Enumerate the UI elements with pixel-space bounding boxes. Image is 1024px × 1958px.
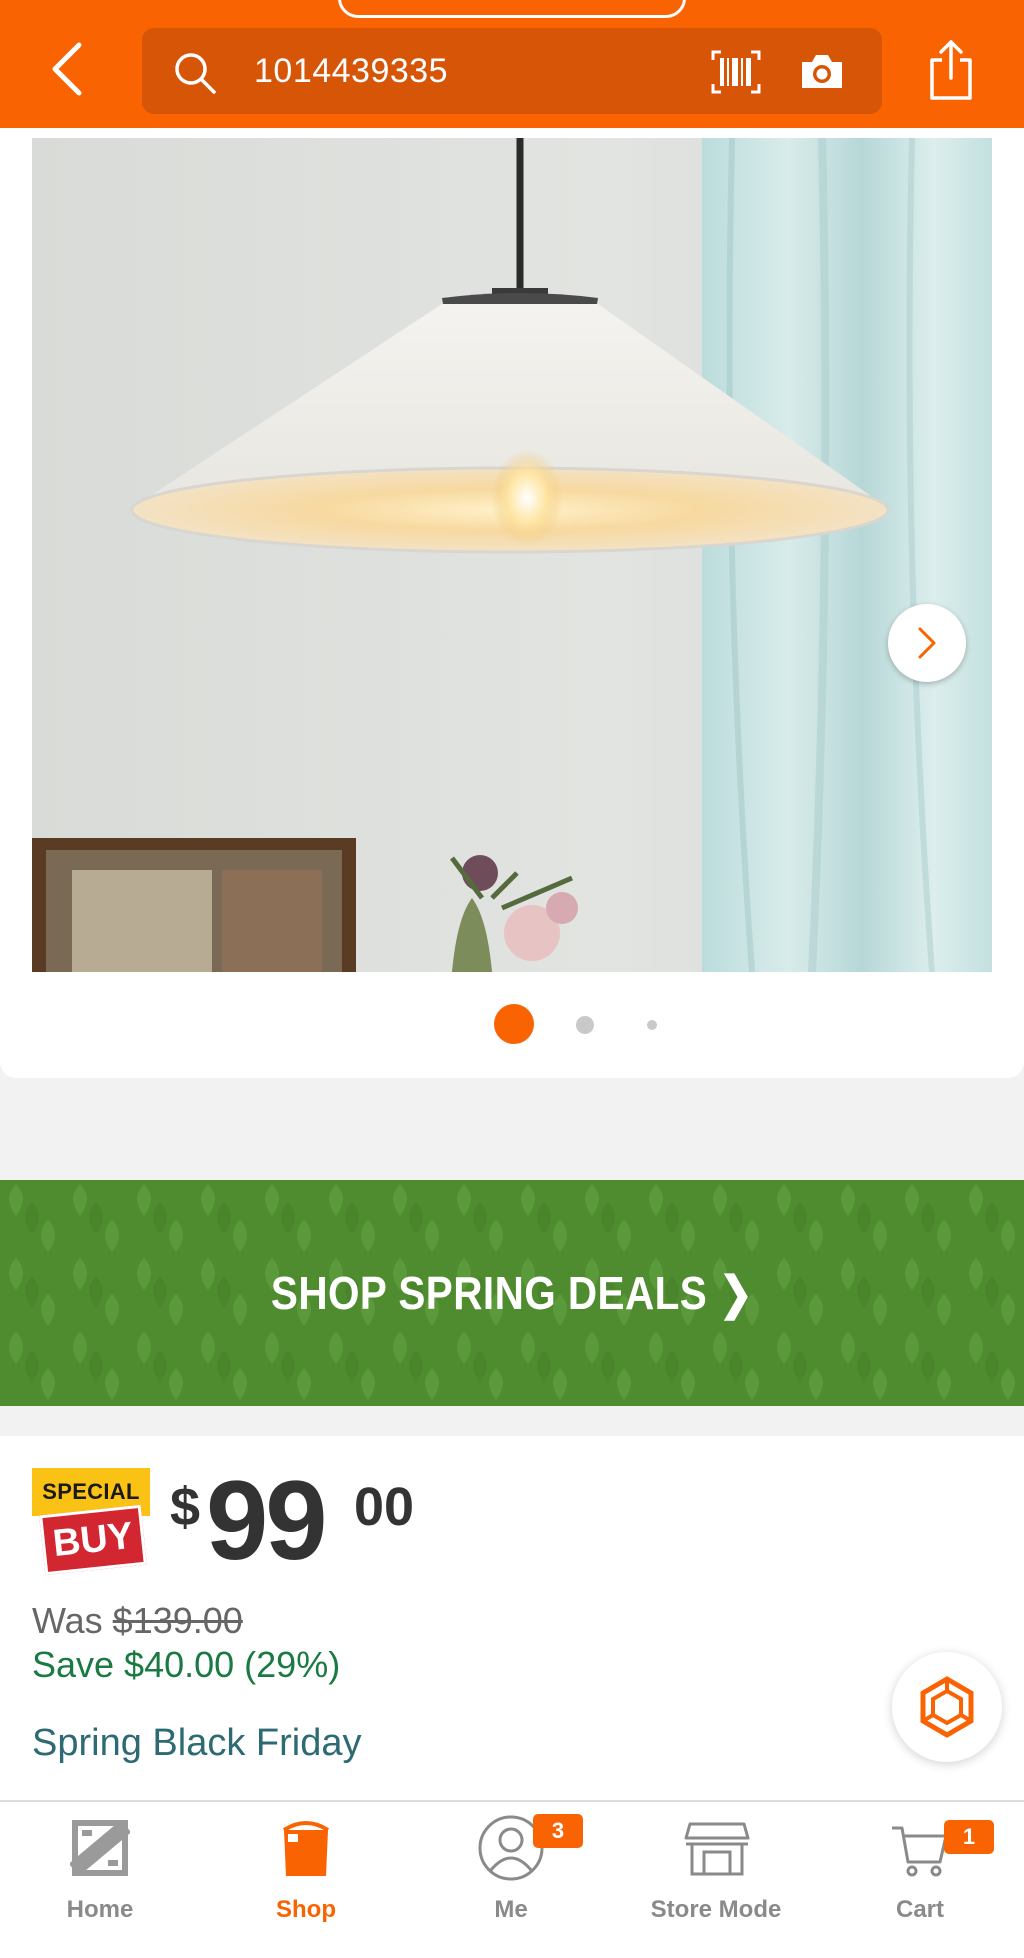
tab-store-mode[interactable]: Store Mode <box>636 1802 796 1958</box>
badge-buy-label: BUY <box>39 1504 147 1576</box>
search-input[interactable]: 1014439335 <box>254 52 448 91</box>
product-page: 1014439335 SHOP SPRING DEALS ❯ SPECIAL B… <box>0 0 1024 1958</box>
price-currency: $ <box>170 1477 201 1537</box>
was-label: Was <box>32 1600 113 1641</box>
price-section: SPECIAL BUY $ 99 00 Was $139.00 Save $40… <box>0 1436 1024 1800</box>
back-button[interactable] <box>40 38 92 100</box>
tab-home[interactable]: Home <box>40 1802 160 1958</box>
tab-me[interactable]: 3 Me <box>451 1802 583 1958</box>
product-image[interactable] <box>32 138 992 972</box>
dynamic-island-outline <box>338 0 686 18</box>
carousel-dot[interactable] <box>576 1016 594 1034</box>
carousel-dot[interactable] <box>647 1020 657 1030</box>
me-notification-badge: 3 <box>533 1814 583 1848</box>
top-app-bar: 1014439335 <box>0 0 1024 128</box>
assistant-button[interactable] <box>892 1652 1002 1762</box>
price-cents: 00 <box>354 1477 415 1537</box>
cart-icon <box>892 1826 948 1877</box>
tab-me-label: Me <box>494 1896 528 1923</box>
search-icon <box>175 53 216 94</box>
hexagon-assistant-icon <box>920 1676 974 1738</box>
shop-spring-deals-banner[interactable]: SHOP SPRING DEALS ❯ <box>0 1180 1024 1406</box>
pendant-lamp-photo <box>32 138 992 972</box>
tab-store-mode-label: Store Mode <box>650 1896 782 1923</box>
carousel-dot-active[interactable] <box>494 1004 534 1044</box>
tab-home-label: Home <box>66 1896 134 1923</box>
promo-label: SHOP SPRING DEALS ❯ <box>270 1267 754 1319</box>
cart-count-badge: 1 <box>944 1820 994 1854</box>
carousel-next-button[interactable] <box>888 604 966 682</box>
sale-event-link[interactable]: Spring Black Friday <box>32 1722 361 1765</box>
price-dollars: 99 <box>206 1458 328 1583</box>
tab-shop-label: Shop <box>276 1896 336 1923</box>
bucket-icon <box>282 1821 330 1876</box>
search-bar[interactable]: 1014439335 <box>142 28 882 114</box>
tab-shop[interactable]: Shop <box>246 1802 366 1958</box>
savings-text: Save $40.00 (29%) <box>32 1644 341 1685</box>
barcode-scan-icon[interactable] <box>710 48 762 96</box>
chevron-left-icon <box>52 42 82 96</box>
store-icon <box>684 1822 750 1876</box>
home-depot-logo-icon <box>70 1820 130 1876</box>
tab-cart-label: Cart <box>895 1896 944 1923</box>
was-price-line: Was $139.00 <box>32 1600 243 1642</box>
bottom-tab-bar: Home Shop 3 Me Store Mode 1 Cart <box>0 1800 1024 1958</box>
camera-icon[interactable] <box>798 50 846 92</box>
product-image-card <box>0 128 1024 1078</box>
share-icon[interactable] <box>926 38 976 102</box>
carousel-dots <box>0 1004 1024 1044</box>
special-buy-badge: SPECIAL BUY <box>32 1468 150 1576</box>
tab-cart[interactable]: 1 Cart <box>860 1802 994 1958</box>
chevron-right-icon <box>918 627 936 659</box>
was-price: $139.00 <box>112 1600 243 1641</box>
